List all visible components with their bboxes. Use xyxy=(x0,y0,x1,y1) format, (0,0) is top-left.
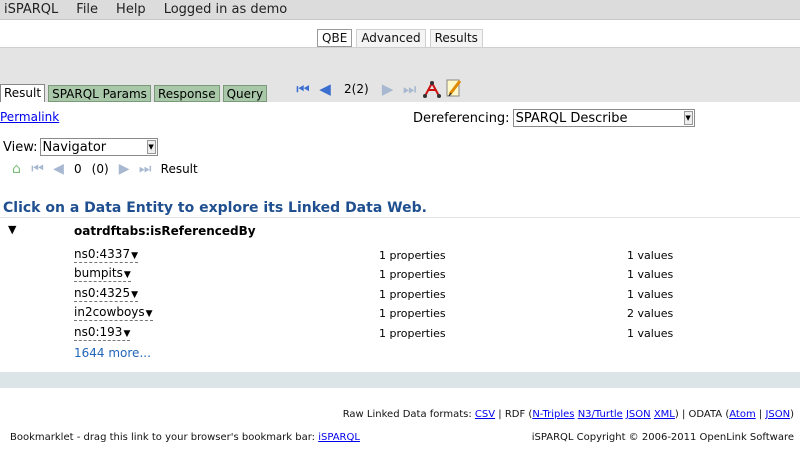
last-page-icon[interactable]: ⏭ xyxy=(399,78,421,100)
property-count: 1 properties xyxy=(379,249,446,262)
dropdown-triangle-icon[interactable]: ▼ xyxy=(146,309,153,319)
dropdown-triangle-icon[interactable]: ▼ xyxy=(124,270,131,280)
edit-pencil-icon[interactable] xyxy=(443,78,465,100)
value-count: 2 values xyxy=(627,307,674,320)
next-page-icon[interactable]: ▶ xyxy=(114,158,135,180)
property-count: 1 properties xyxy=(379,268,446,281)
menu-bar: iSPARQL File Help Logged in as demo xyxy=(0,0,800,20)
login-status: Logged in as demo xyxy=(163,2,288,17)
first-page-icon[interactable]: ⏮ xyxy=(27,158,48,180)
dropdown-triangle-icon[interactable]: ▼ xyxy=(131,251,138,261)
table-row: ns0:4325▼ 1 properties 1 values xyxy=(0,286,800,304)
tab-result[interactable]: Result xyxy=(0,84,46,102)
bookmarklet: Bookmarklet - drag this link to your bro… xyxy=(10,432,360,443)
navigator-pager: ⌂ ⏮ ◀ 0 (0) ▶ ⏭ Result xyxy=(6,159,203,179)
property-count: 1 properties xyxy=(379,307,446,320)
value-count: 1 values xyxy=(627,268,674,281)
dereferencing-control: Dereferencing: SPARQL Describe ▼ xyxy=(413,109,695,127)
result-pager: ⏮ ◀ 2(2) ▶ ⏭ xyxy=(292,78,465,100)
view-label: View: xyxy=(3,139,38,155)
previous-page-icon[interactable]: ◀ xyxy=(314,78,336,100)
collapse-triangle-icon[interactable]: ▼ xyxy=(8,223,16,236)
tree-title: oatrdftabs:isReferencedBy xyxy=(74,224,256,238)
entity-name: ns0:4337 xyxy=(74,247,131,261)
table-row: ns0:4337▼ 1 properties 1 values xyxy=(0,247,800,265)
navigator-position: 0 xyxy=(74,162,82,176)
chevron-down-icon: ▼ xyxy=(683,111,693,125)
close-paren: ) xyxy=(790,409,794,420)
menu-help[interactable]: Help xyxy=(116,2,146,17)
entity-name: bumpits xyxy=(74,266,123,280)
graph-icon[interactable] xyxy=(421,78,443,100)
separator: | xyxy=(498,409,502,420)
first-page-icon[interactable]: ⏮ xyxy=(292,78,314,100)
n3-turtle-link[interactable]: N3/Turtle xyxy=(578,409,623,420)
chevron-down-icon: ▼ xyxy=(146,140,156,154)
navigator-label: Result xyxy=(160,162,198,176)
bottom-band xyxy=(0,372,800,388)
previous-page-icon[interactable]: ◀ xyxy=(48,158,69,180)
table-row: in2cowboys▼ 1 properties 2 values xyxy=(0,305,800,323)
home-icon[interactable]: ⌂ xyxy=(6,158,27,180)
odata-json-link[interactable]: JSON xyxy=(765,409,790,420)
entity-link[interactable]: ns0:193▼ xyxy=(74,325,131,341)
separator: | xyxy=(758,409,763,420)
table-row: bumpits▼ 1 properties 1 values xyxy=(0,266,800,284)
csv-link[interactable]: CSV xyxy=(475,409,495,420)
mode-tabs: QBE Advanced Results xyxy=(0,29,800,47)
dereferencing-label: Dereferencing: xyxy=(413,110,510,126)
page-count: 2(2) xyxy=(344,82,369,96)
result-tabs: Result SPARQL Params Response Query xyxy=(0,84,270,102)
entity-link[interactable]: ns0:4325▼ xyxy=(74,286,138,302)
table-row: ns0:193▼ 1 properties 1 values xyxy=(0,325,800,343)
next-page-icon[interactable]: ▶ xyxy=(377,78,399,100)
entity-name: ns0:193 xyxy=(74,325,123,339)
copyright: iSPARQL Copyright © 2006-2011 OpenLink S… xyxy=(531,432,794,443)
view-select[interactable]: Navigator ▼ xyxy=(39,138,158,156)
value-count: 1 values xyxy=(627,249,674,262)
entity-link[interactable]: ns0:4337▼ xyxy=(74,247,138,263)
tab-qbe[interactable]: QBE xyxy=(317,29,353,47)
atom-link[interactable]: Atom xyxy=(729,409,755,420)
tab-response[interactable]: Response xyxy=(153,85,220,102)
rdf-label: RDF ( xyxy=(504,409,533,420)
tab-advanced[interactable]: Advanced xyxy=(356,29,426,47)
tab-query[interactable]: Query xyxy=(222,85,268,102)
dereferencing-select[interactable]: SPARQL Describe ▼ xyxy=(512,109,695,127)
entity-name: ns0:4325 xyxy=(74,286,131,300)
entity-link[interactable]: bumpits▼ xyxy=(74,266,131,282)
value-count: 1 values xyxy=(627,288,674,301)
raw-formats-label: Raw Linked Data formats: xyxy=(342,409,472,420)
property-count: 1 properties xyxy=(379,327,446,340)
bookmarklet-link[interactable]: iSPARQL xyxy=(318,432,360,443)
ntriples-link[interactable]: N-Triples xyxy=(532,409,574,420)
view-value: Navigator xyxy=(42,139,107,155)
json-link[interactable]: JSON xyxy=(626,409,651,420)
last-page-icon[interactable]: ⏭ xyxy=(135,158,156,180)
divider xyxy=(0,217,800,218)
xml-link[interactable]: XML xyxy=(654,409,675,420)
bookmarklet-text: Bookmarklet - drag this link to your bro… xyxy=(10,432,316,443)
app-name: iSPARQL xyxy=(4,2,59,17)
dereferencing-value: SPARQL Describe xyxy=(515,110,628,126)
odata-label: ) | ODATA ( xyxy=(674,409,730,420)
entity-link[interactable]: in2cowboys▼ xyxy=(74,305,153,321)
more-link[interactable]: 1644 more... xyxy=(74,346,151,360)
tab-sparql-params[interactable]: SPARQL Params xyxy=(48,85,151,102)
dropdown-triangle-icon[interactable]: ▼ xyxy=(131,290,138,300)
page-headline: Click on a Data Entity to explore its Li… xyxy=(3,200,427,216)
navigator-count: (0) xyxy=(91,162,109,176)
property-count: 1 properties xyxy=(379,288,446,301)
tab-results[interactable]: Results xyxy=(429,29,483,47)
view-control: View: Navigator ▼ xyxy=(3,138,158,156)
permalink-link[interactable]: Permalink xyxy=(0,110,59,124)
raw-formats: Raw Linked Data formats: CSV | RDF (N-Tr… xyxy=(343,409,794,420)
value-count: 1 values xyxy=(627,327,674,340)
dropdown-triangle-icon[interactable]: ▼ xyxy=(123,329,130,339)
menu-file[interactable]: File xyxy=(76,2,98,17)
entity-name: in2cowboys xyxy=(74,305,145,319)
